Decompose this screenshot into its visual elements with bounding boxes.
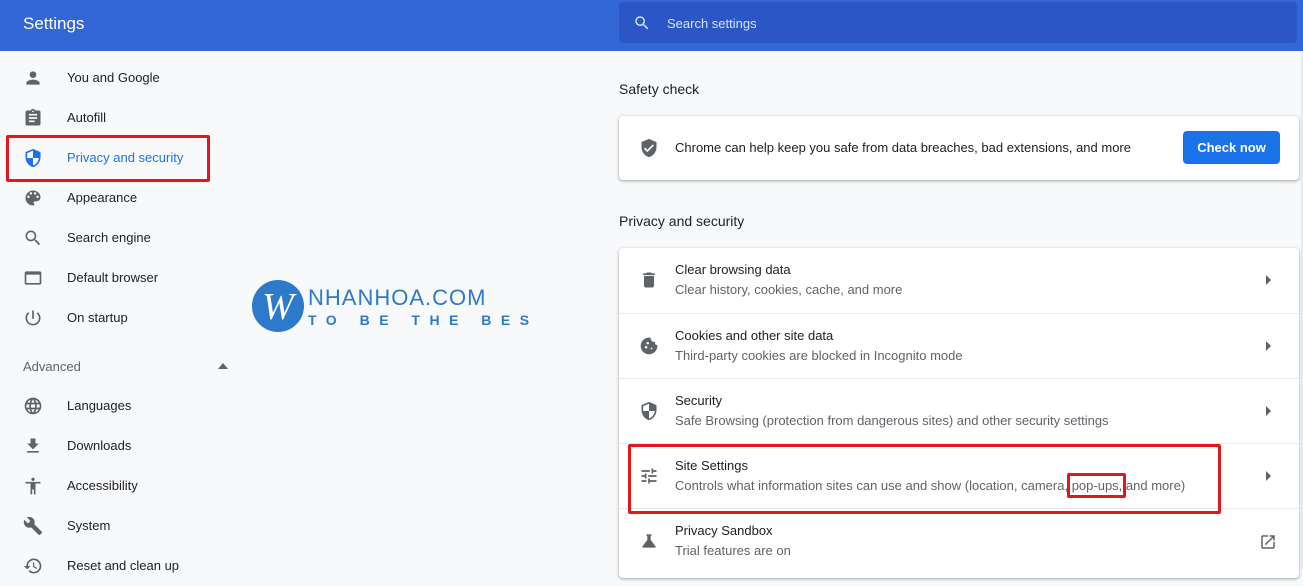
caret-up-icon[interactable]	[218, 363, 228, 369]
sidebar-item-label: Search engine	[67, 230, 151, 245]
arrow-right-icon	[1266, 406, 1271, 416]
browser-icon	[24, 271, 42, 285]
sidebar-item-label: Reset and clean up	[67, 558, 180, 573]
check-now-button[interactable]: Check now	[1183, 131, 1280, 164]
row-subtitle: Clear history, cookies, cache, and more	[675, 282, 903, 297]
sidebar-item-label: Default browser	[67, 270, 159, 285]
trash-icon	[643, 272, 655, 288]
page-title: Settings	[23, 14, 85, 33]
row-cookies[interactable]: Cookies and other site data Third-party …	[619, 313, 1299, 379]
safety-check-text: Chrome can help keep you safe from data …	[675, 140, 1131, 155]
sidebar: You and Google Autofill Privacy and secu…	[0, 51, 260, 574]
arrow-right-icon	[1266, 341, 1271, 351]
settings-header: Settings	[0, 0, 1303, 51]
sidebar-item-search-engine[interactable]: Search engine	[0, 218, 250, 258]
clipboard-icon	[25, 108, 41, 126]
row-security[interactable]: Security Safe Browsing (protection from …	[619, 378, 1299, 444]
row-subtitle: Trial features are on	[675, 543, 791, 558]
open-in-new-icon	[1261, 535, 1275, 549]
arrow-right-icon	[1266, 275, 1271, 285]
power-icon	[25, 310, 41, 326]
history-icon	[23, 558, 42, 574]
sidebar-item-label: Downloads	[67, 438, 132, 453]
sidebar-item-reset-and-clean-up[interactable]: Reset and clean up	[0, 546, 250, 586]
sidebar-item-label: You and Google	[67, 70, 160, 85]
search-icon	[635, 16, 649, 30]
svg-text:W: W	[262, 286, 297, 328]
sidebar-item-appearance[interactable]: Appearance	[0, 178, 250, 218]
sidebar-item-label: Appearance	[67, 190, 138, 205]
row-subtitle: Third-party cookies are blocked in Incog…	[675, 348, 963, 363]
wrench-icon	[23, 516, 43, 536]
shield-check-icon	[641, 138, 657, 158]
search-box[interactable]	[619, 2, 1297, 45]
sidebar-item-system[interactable]: System	[0, 506, 250, 546]
row-clear-browsing-data[interactable]: Clear browsing data Clear history, cooki…	[619, 248, 1299, 313]
row-title: Cookies and other site data	[675, 328, 834, 343]
row-title: Security	[675, 393, 722, 408]
globe-icon	[24, 397, 42, 415]
sidebar-item-label: Languages	[67, 398, 132, 413]
sidebar-item-autofill[interactable]: Autofill	[0, 98, 250, 138]
sidebar-item-accessibility[interactable]: Accessibility	[0, 466, 250, 506]
safety-check-card: Chrome can help keep you safe from data …	[619, 116, 1299, 180]
sidebar-item-label: Autofill	[67, 110, 107, 125]
sidebar-item-languages[interactable]: Languages	[0, 386, 250, 426]
sidebar-item-on-startup[interactable]: On startup	[0, 298, 250, 338]
sidebar-item-downloads[interactable]: Downloads	[0, 426, 250, 466]
privacy-card: Clear browsing data Clear history, cooki…	[619, 248, 1299, 578]
privacy-section-heading: Privacy and security	[619, 213, 745, 229]
accessibility-icon	[25, 477, 41, 495]
row-privacy-sandbox[interactable]: Privacy Sandbox Trial features are on	[619, 508, 1299, 574]
advanced-toggle[interactable]: Advanced	[23, 359, 81, 374]
download-icon	[27, 438, 39, 453]
sidebar-item-label: On startup	[67, 310, 128, 325]
sidebar-item-label: Accessibility	[67, 478, 138, 493]
flask-icon	[642, 534, 656, 548]
row-title: Clear browsing data	[675, 262, 791, 277]
sidebar-item-label: System	[67, 518, 111, 533]
cookie-icon	[640, 337, 658, 355]
palette-icon	[25, 190, 41, 206]
search-icon	[25, 230, 41, 246]
highlight-box-sidebar	[6, 135, 210, 182]
search-input[interactable]	[665, 2, 1269, 45]
shield-icon	[641, 401, 657, 421]
logo-tagline: TO BE THE BEST	[308, 312, 532, 328]
row-subtitle: Safe Browsing (protection from dangerous…	[675, 413, 1109, 428]
arrow-right-icon	[1266, 471, 1271, 481]
highlight-box-pop-ups	[1067, 473, 1126, 498]
person-icon	[26, 71, 40, 85]
row-title: Privacy Sandbox	[675, 523, 773, 538]
sidebar-item-default-browser[interactable]: Default browser	[0, 258, 250, 298]
nhanhoa-logo: W NHANHOA.COM TO BE THE BEST	[252, 280, 532, 332]
highlight-box-site-settings	[628, 444, 1221, 514]
sidebar-item-you-and-google[interactable]: You and Google	[0, 58, 250, 98]
safety-check-heading: Safety check	[619, 81, 700, 97]
logo-brand-text: NHANHOA.COM	[308, 285, 486, 310]
